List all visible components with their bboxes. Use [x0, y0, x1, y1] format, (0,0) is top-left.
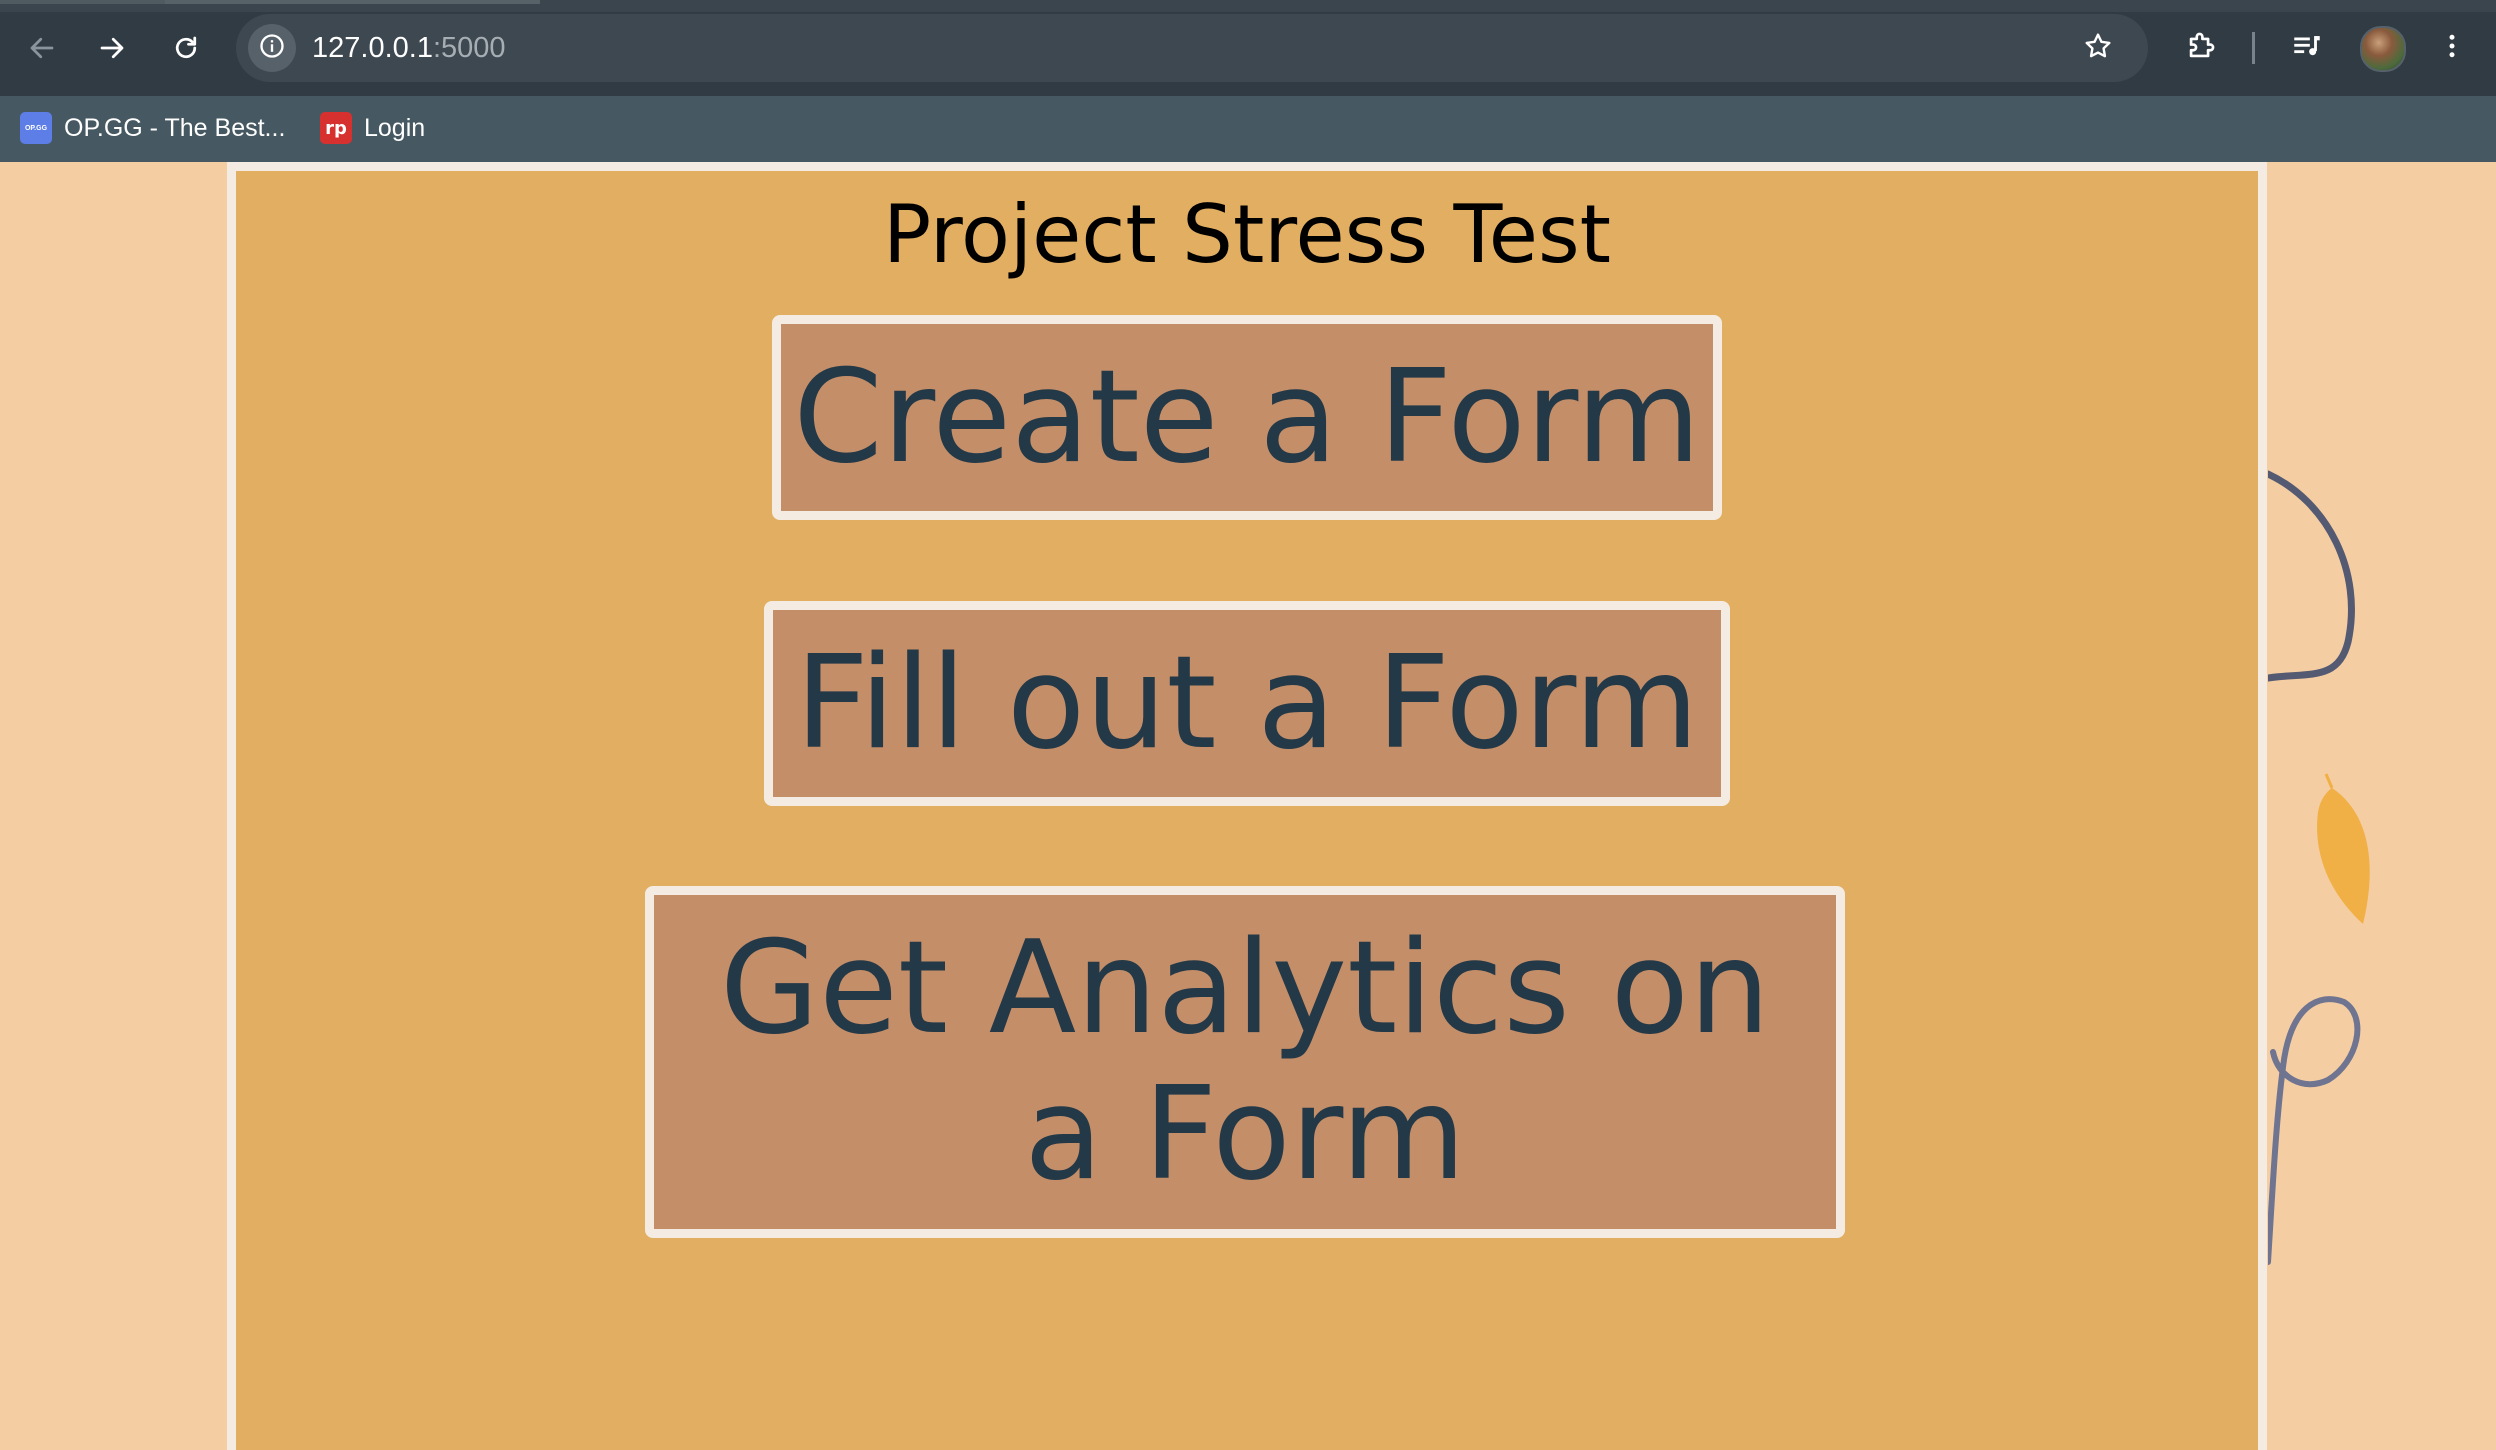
profile-avatar[interactable] [2360, 26, 2406, 72]
url-host: 127.0.0.1 [312, 32, 433, 64]
browser-toolbar: 127.0.0.1:5000 [0, 0, 2496, 96]
decorative-illustration [2268, 470, 2370, 1265]
star-icon [2082, 30, 2114, 67]
toolbar-divider [2252, 32, 2255, 64]
extensions-button[interactable] [2177, 24, 2225, 72]
media-list-icon [2290, 29, 2324, 68]
bookmark-opgg[interactable]: OP.GG OP.GG - The Best... [20, 108, 285, 148]
reload-button[interactable] [160, 22, 212, 74]
media-button[interactable] [2283, 24, 2331, 72]
bookmark-login[interactable]: rp Login [320, 108, 425, 148]
kebab-menu-icon [2437, 31, 2467, 66]
site-info-button[interactable] [248, 24, 296, 72]
arrow-left-icon [27, 33, 57, 63]
arrow-right-icon [97, 33, 127, 63]
bookmark-label: OP.GG - The Best... [64, 113, 286, 142]
form-analytics-button[interactable]: Get Analytics on a Form [645, 886, 1845, 1238]
forward-button[interactable] [86, 22, 138, 74]
url-port: :5000 [432, 32, 506, 64]
leaf-stem [2324, 773, 2334, 789]
decorative-curve [2268, 470, 2355, 682]
page-viewport: Project Stress Test Create a Form Fill o… [0, 162, 2496, 1450]
address-bar[interactable]: 127.0.0.1:5000 [236, 14, 2148, 82]
create-form-button[interactable]: Create a Form [772, 315, 1722, 520]
rp-favicon-icon: rp [320, 112, 352, 144]
page-title: Project Stress Test [883, 188, 1611, 281]
decorative-loop [2268, 996, 2361, 1265]
reload-icon [171, 33, 201, 63]
opgg-favicon-icon: OP.GG [20, 112, 52, 144]
bookmarks-bar: OP.GG OP.GG - The Best... rp Login [0, 96, 2496, 162]
url-text[interactable]: 127.0.0.1:5000 [312, 30, 506, 66]
info-icon [258, 32, 286, 65]
fill-form-button[interactable]: Fill out a Form [764, 601, 1730, 806]
back-button[interactable] [16, 22, 68, 74]
browser-menu-button[interactable] [2428, 24, 2476, 72]
bookmark-label: Login [364, 113, 426, 142]
puzzle-icon [2184, 29, 2218, 68]
tab-strip [0, 0, 2496, 12]
leaf-shape [2317, 788, 2370, 924]
main-panel: Project Stress Test Create a Form Fill o… [227, 162, 2267, 1450]
browser-window: 127.0.0.1:5000 OP.GG OP.GG - The Best...… [0, 0, 2496, 1450]
bookmark-star-button[interactable] [2078, 28, 2118, 68]
